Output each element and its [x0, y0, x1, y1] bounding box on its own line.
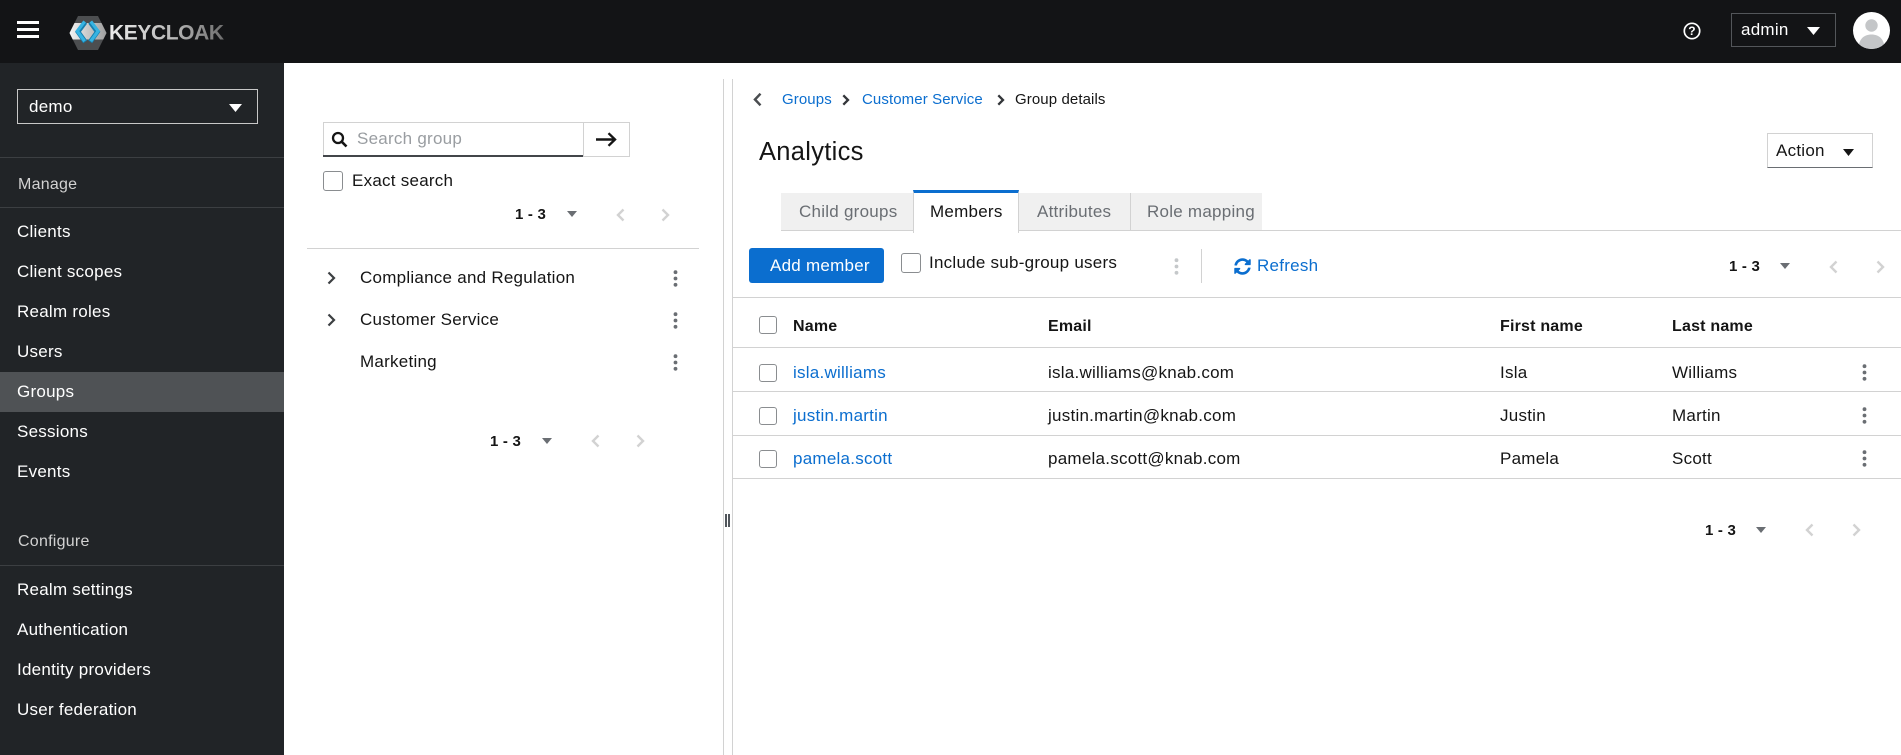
svg-text:KEYCLOAK: KEYCLOAK: [109, 22, 224, 45]
svg-text:?: ?: [1688, 24, 1696, 38]
